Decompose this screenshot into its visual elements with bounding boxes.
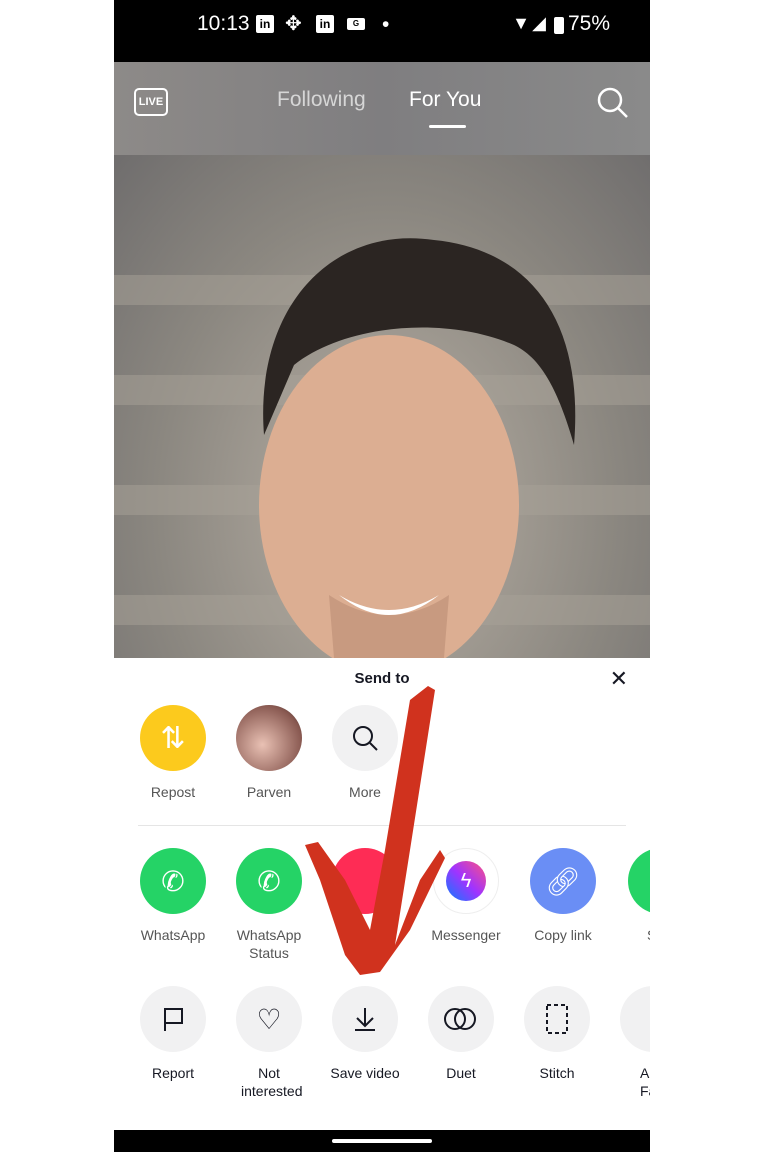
share-label: WhatsApp Status <box>236 927 302 961</box>
duet-button[interactable]: Duet <box>413 986 509 1082</box>
messenger-icon: ϟ <box>433 848 499 914</box>
app-icon <box>332 848 398 914</box>
active-tab-indicator <box>429 125 466 128</box>
not-interested-button[interactable]: ♡ Not interested <box>221 986 317 1100</box>
news-icon: G <box>347 18 365 30</box>
divider <box>138 825 626 826</box>
copy-link-button[interactable]: 🔗︎ Copy link <box>515 848 611 944</box>
save-video-button[interactable]: Save video <box>317 986 413 1082</box>
share-whatsapp[interactable]: ✆ WhatsApp <box>125 848 221 944</box>
tab-following[interactable]: Following <box>277 88 366 112</box>
linkedin-icon: in <box>316 15 334 33</box>
share-label: Messenger <box>431 927 501 943</box>
live-icon-label: LIVE <box>138 96 164 108</box>
action-label: Save video <box>330 1065 400 1081</box>
more-contacts-button[interactable]: More <box>317 705 413 801</box>
share-sms[interactable]: S <box>611 848 650 944</box>
action-label: Add to Favorites <box>640 1065 650 1099</box>
share-sheet: Send to ✕ ⇅ Repost Parven More ✆ WhatsAp… <box>114 658 650 1130</box>
home-gesture-handle[interactable] <box>332 1139 432 1143</box>
sheet-title: Send to <box>354 670 410 687</box>
share-messenger[interactable]: ϟ Messenger <box>418 848 514 944</box>
close-button[interactable]: ✕ <box>610 666 628 692</box>
system-nav-bar <box>114 1130 650 1152</box>
flag-icon <box>140 986 206 1052</box>
add-to-favorites-button[interactable]: Add to Favorites <box>611 986 650 1100</box>
live-button[interactable]: LIVE <box>134 88 168 116</box>
repost-icon: ⇅ <box>140 705 206 771</box>
battery-icon <box>554 17 564 34</box>
phone-screen: 10:13 in ✥ in G • ▼ ◢ 75% LIVE Following… <box>114 0 650 1152</box>
top-nav: LIVE Following For You <box>114 62 650 155</box>
contact-label: Parven <box>246 784 292 800</box>
status-bar: 10:13 in ✥ in G • ▼ ◢ 75% <box>114 0 650 62</box>
share-label: S <box>611 926 650 944</box>
action-label: Not interested <box>241 1065 303 1099</box>
share-label: Copy link <box>534 927 592 943</box>
duet-icon <box>428 986 494 1052</box>
search-icon[interactable] <box>596 86 630 120</box>
share-label: WhatsApp <box>140 927 206 943</box>
more-label: More <box>349 784 381 800</box>
sms-icon <box>628 848 650 914</box>
whatsapp-icon: ✆ <box>236 848 302 914</box>
share-hidden-app[interactable] <box>317 848 413 926</box>
repost-button[interactable]: ⇅ Repost <box>125 705 221 801</box>
clock: 10:13 <box>197 12 250 35</box>
share-whatsapp-status[interactable]: ✆ WhatsApp Status <box>221 848 317 962</box>
action-label: Stitch <box>539 1065 575 1081</box>
whatsapp-icon: ✆ <box>140 848 206 914</box>
action-label: Duet <box>446 1065 476 1081</box>
tab-for-you[interactable]: For You <box>409 88 481 112</box>
stitch-button[interactable]: Stitch <box>509 986 605 1082</box>
broken-heart-icon: ♡ <box>236 986 302 1052</box>
stitch-icon <box>524 986 590 1052</box>
battery-level: 75% <box>567 12 610 35</box>
video-frame[interactable] <box>114 155 650 658</box>
download-icon <box>332 986 398 1052</box>
pinwheel-icon: ✥ <box>285 13 302 35</box>
action-label: Report <box>151 1065 195 1081</box>
wifi-icon: ▼ <box>512 13 530 33</box>
search-icon <box>332 705 398 771</box>
linkedin-icon: in <box>256 15 274 33</box>
signal-icon: ◢ <box>532 13 546 33</box>
link-icon: 🔗︎ <box>530 848 596 914</box>
bookmark-icon <box>620 986 650 1052</box>
video-image <box>114 238 650 658</box>
avatar <box>236 705 302 771</box>
report-button[interactable]: Report <box>125 986 221 1082</box>
contact-parven[interactable]: Parven <box>221 705 317 801</box>
repost-label: Repost <box>150 784 196 800</box>
dot-icon: • <box>382 13 390 36</box>
